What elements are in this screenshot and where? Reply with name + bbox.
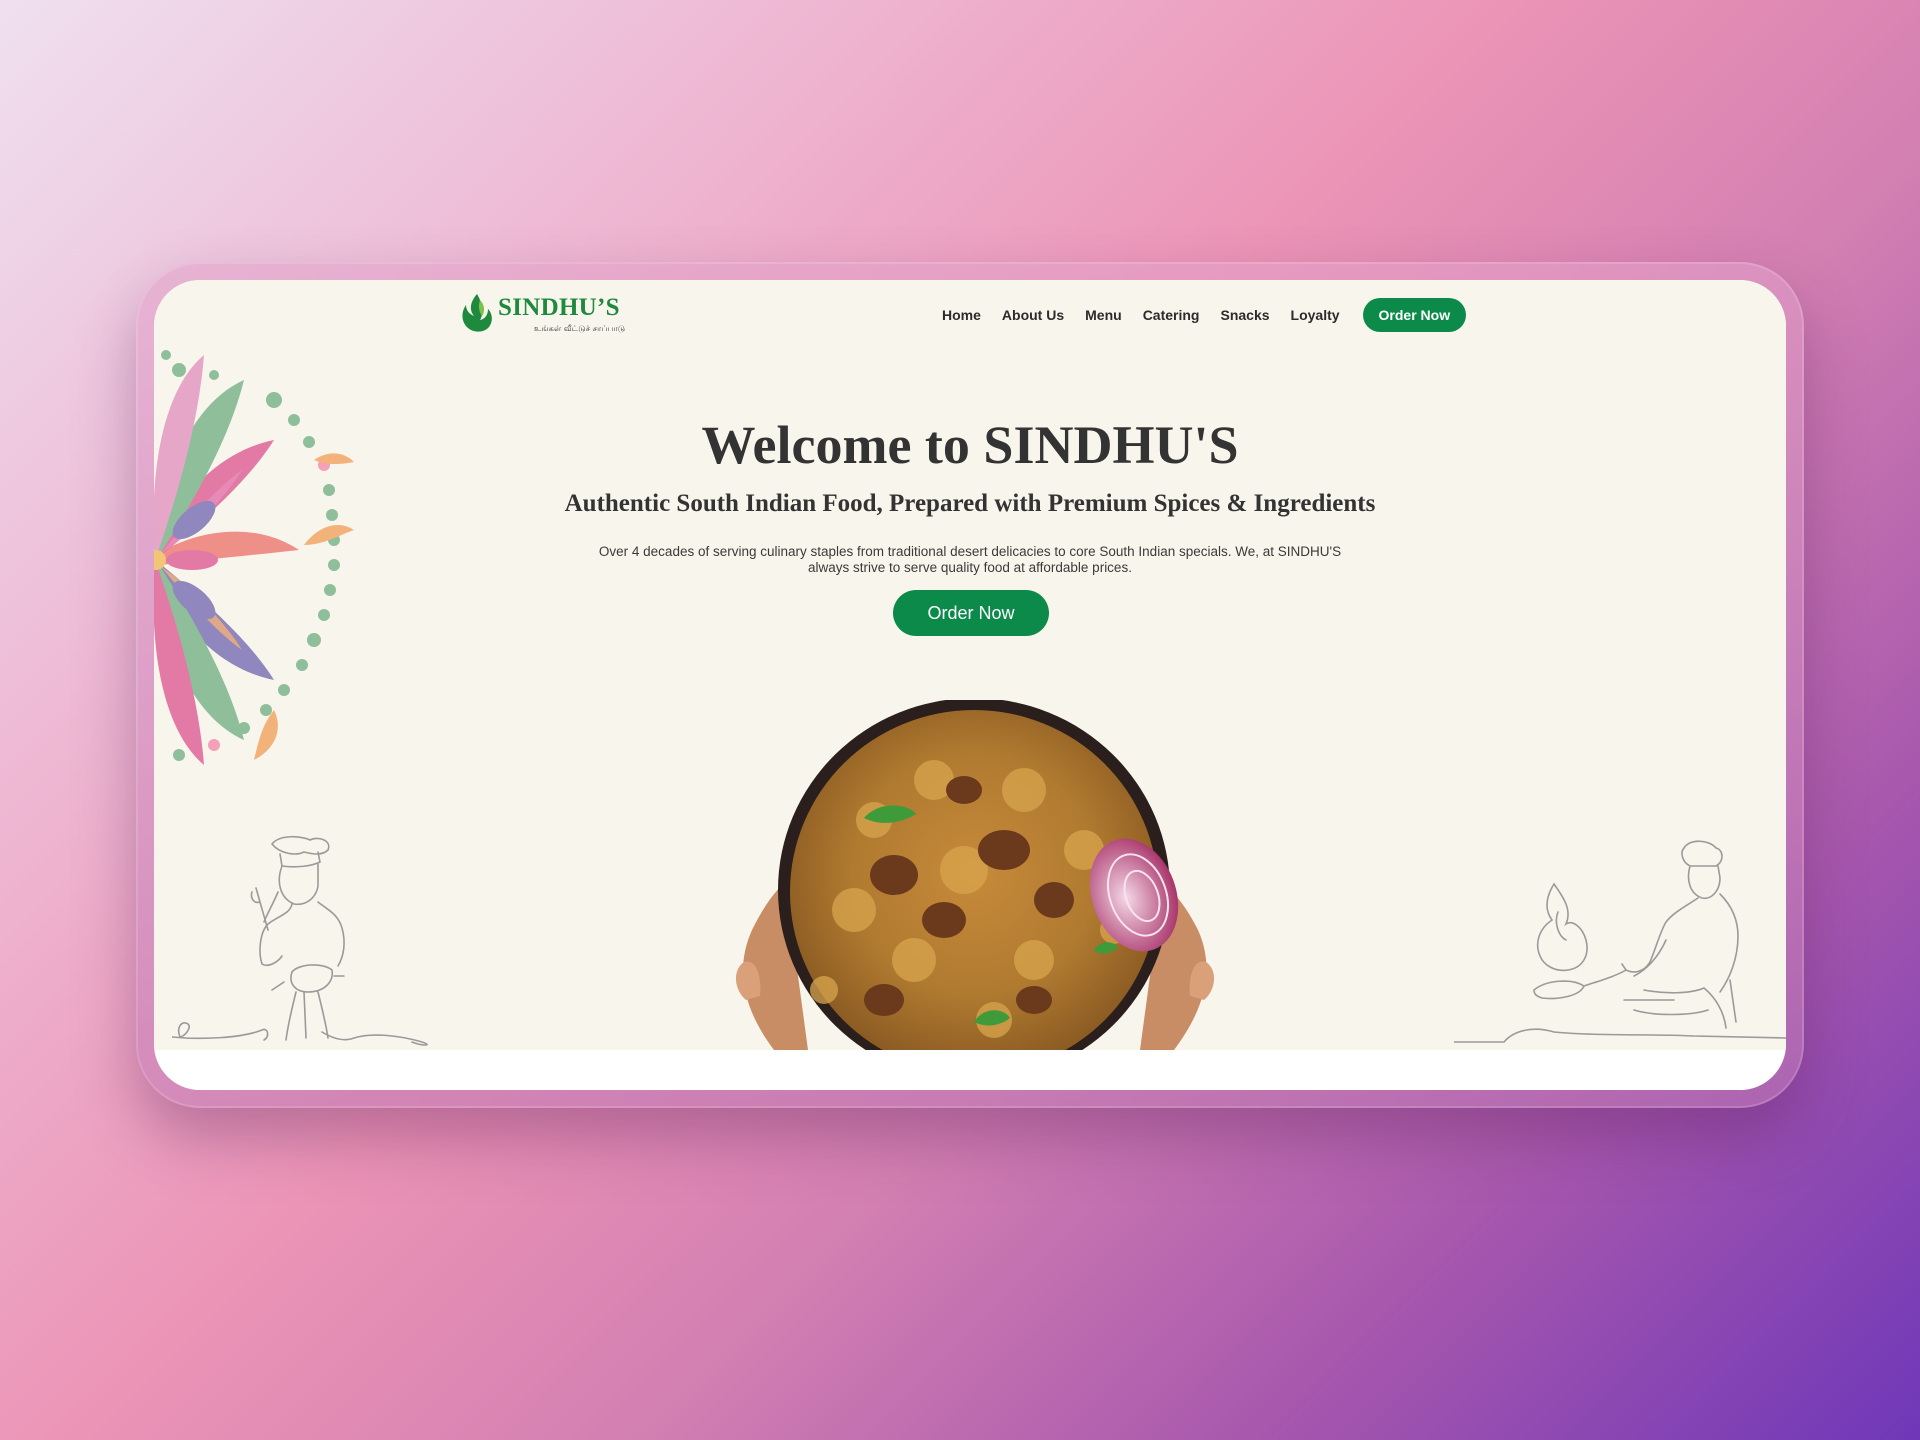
- nav-catering[interactable]: Catering: [1143, 307, 1200, 323]
- nav-home[interactable]: Home: [942, 307, 981, 323]
- hero-description: Over 4 decades of serving culinary stapl…: [598, 544, 1342, 575]
- flame-leaf-logo-icon: [462, 294, 492, 332]
- nav-loyalty[interactable]: Loyalty: [1291, 307, 1340, 323]
- hero-order-now-button[interactable]: Order Now: [893, 590, 1049, 636]
- nav-order-now-button[interactable]: Order Now: [1362, 298, 1467, 332]
- hero-title: Welcome to SINDHU'S: [701, 415, 1239, 475]
- brand-name: SINDHU’S: [498, 294, 620, 321]
- page-bottom-strip: [154, 1050, 1786, 1090]
- biryani-bowl-image: [735, 700, 1215, 1050]
- nav-about-us[interactable]: About Us: [1002, 307, 1064, 323]
- hero-subtitle: Authentic South Indian Food, Prepared wi…: [564, 490, 1376, 517]
- landing-page: SINDHU’S உங்கள் வீட்டுச் சாப்பாடு Home A…: [154, 280, 1786, 1050]
- nav-menu[interactable]: Menu: [1085, 307, 1122, 323]
- brand-tagline: உங்கள் வீட்டுச் சாப்பாடு: [534, 324, 626, 333]
- main-nav: Home About Us Menu Catering Snacks Loyal…: [942, 298, 1467, 332]
- chef-line-art-icon: [172, 835, 428, 1046]
- mandala-decoration: [154, 350, 354, 765]
- chef-cooking-line-art-icon: [1454, 840, 1786, 1043]
- nav-snacks[interactable]: Snacks: [1220, 307, 1269, 323]
- browser-viewport: SINDHU’S உங்கள் வீட்டுச் சாப்பாடு Home A…: [154, 280, 1786, 1090]
- brand-logo[interactable]: SINDHU’S உங்கள் வீட்டுச் சாப்பாடு: [460, 290, 630, 334]
